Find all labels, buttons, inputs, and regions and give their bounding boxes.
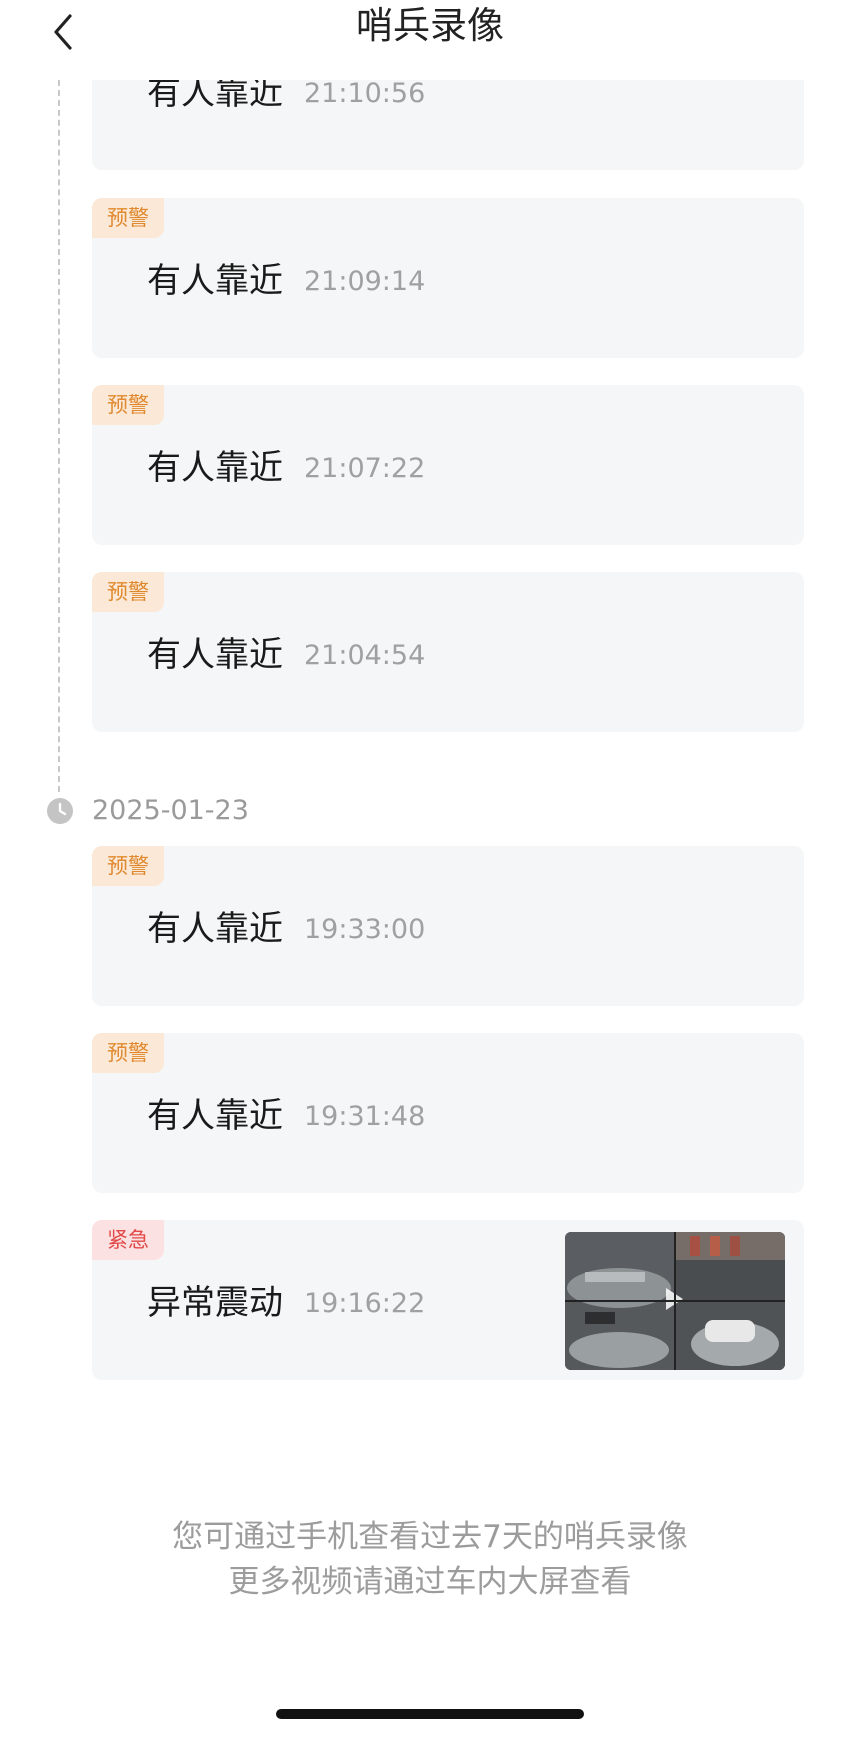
event-name: 异常震动 [147, 1283, 283, 1323]
event-time: 21:04:54 [304, 640, 426, 671]
camera-grid-image [565, 1232, 785, 1370]
record-card[interactable]: 预警 有人靠近 21:09:14 [92, 198, 804, 358]
warning-badge: 预警 [92, 385, 164, 425]
timeline-line [58, 80, 60, 792]
record-card[interactable]: 预警 有人靠近 19:31:48 [92, 1033, 804, 1193]
event-time: 19:33:00 [304, 914, 426, 945]
warning-badge: 预警 [92, 1033, 164, 1073]
event-time: 21:07:22 [304, 453, 426, 484]
event-time: 19:31:48 [304, 1101, 426, 1132]
event-name: 有人靠近 [147, 448, 283, 488]
event-name: 有人靠近 [147, 909, 283, 949]
event-time: 19:16:22 [304, 1288, 426, 1319]
record-card[interactable]: 预警 有人靠近 21:07:22 [92, 385, 804, 545]
event-time: 21:09:14 [304, 266, 426, 297]
warning-badge: 预警 [92, 846, 164, 886]
event-time: 21:10:56 [304, 78, 426, 109]
event-name: 有人靠近 [147, 635, 283, 675]
top-bar: 哨兵录像 [0, 0, 860, 80]
record-card[interactable]: 紧急 异常震动 19:16:22 [92, 1220, 804, 1380]
footer-note-line1: 您可通过手机查看过去7天的哨兵录像 [172, 1519, 688, 1555]
clock-icon [47, 798, 73, 824]
warning-badge: 预警 [92, 572, 164, 612]
warning-badge: 预警 [92, 198, 164, 238]
event-name: 有人靠近 [147, 1096, 283, 1136]
record-card[interactable]: 预警 有人靠近 19:33:00 [92, 846, 804, 1006]
home-indicator [276, 1709, 584, 1719]
page-title: 哨兵录像 [356, 4, 504, 47]
footer-note-line2: 更多视频请通过车内大屏查看 [228, 1564, 632, 1600]
record-card[interactable]: 预警 有人靠近 21:04:54 [92, 572, 804, 732]
video-thumbnail[interactable] [565, 1232, 785, 1370]
event-name: 有人靠近 [147, 261, 283, 301]
urgent-badge: 紧急 [92, 1220, 164, 1260]
date-label: 2025-01-23 [92, 795, 249, 826]
